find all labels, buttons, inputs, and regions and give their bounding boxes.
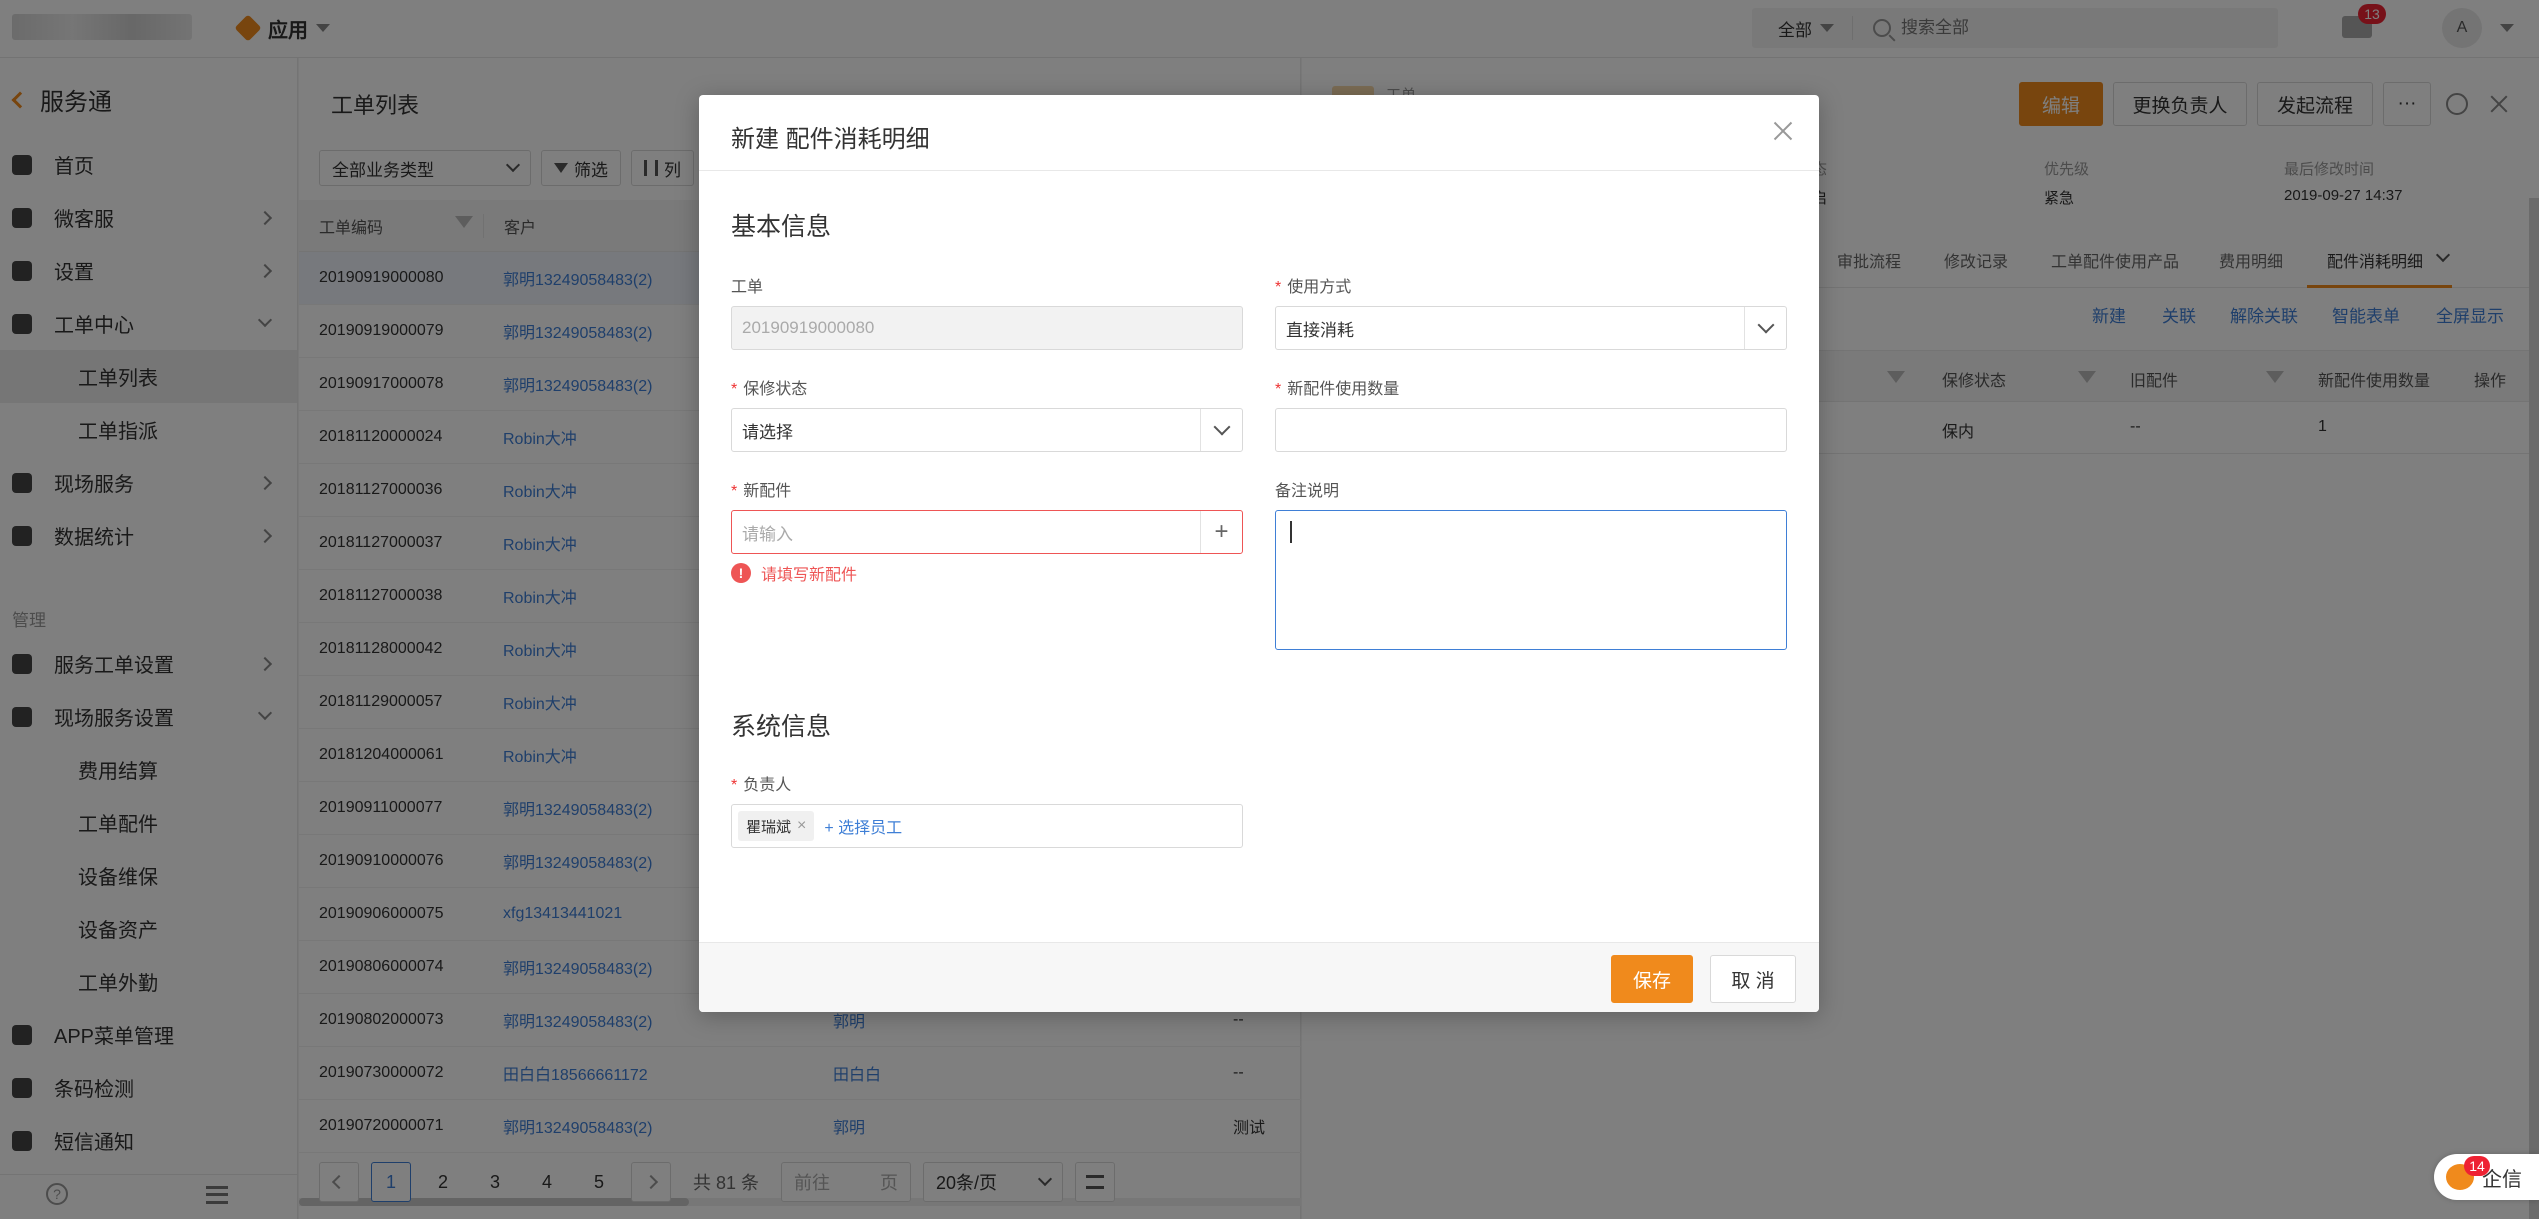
field-label-text: 新配件 bbox=[743, 483, 792, 500]
field-label-text: 使用方式 bbox=[1287, 279, 1352, 296]
warranty-value: 请选择 bbox=[742, 422, 793, 442]
plus-icon: + bbox=[1214, 518, 1229, 545]
close-icon[interactable] bbox=[1773, 121, 1793, 141]
required-mark: * bbox=[1275, 381, 1282, 398]
required-mark: * bbox=[731, 777, 738, 794]
field-label-workorder: 工单 bbox=[731, 273, 763, 297]
field-label-usage: * 使用方式 bbox=[1275, 273, 1351, 297]
new-part-input[interactable]: 请输入 + bbox=[731, 510, 1243, 554]
section-system-info: 系统信息 bbox=[731, 713, 832, 741]
text-cursor bbox=[1290, 521, 1292, 543]
owner-picker[interactable]: 瞿瑞斌 × + 选择员工 bbox=[731, 804, 1243, 848]
field-label-warranty: * 保修状态 bbox=[731, 375, 807, 399]
cancel-button[interactable]: 取 消 bbox=[1710, 955, 1796, 1003]
field-label-owner: * 负责人 bbox=[731, 771, 791, 795]
usage-select[interactable]: 直接消耗 bbox=[1275, 306, 1787, 350]
error-icon: ! bbox=[731, 563, 751, 583]
field-label-note: 备注说明 bbox=[1275, 477, 1339, 501]
dialog-header-divider bbox=[699, 170, 1819, 171]
owner-tag-name: 瞿瑞斌 bbox=[746, 818, 792, 836]
field-label-text: 保修状态 bbox=[743, 381, 808, 398]
workorder-value: 20190919000080 bbox=[742, 318, 875, 337]
field-label-text: 新配件使用数量 bbox=[1287, 381, 1400, 398]
dialog-title: 新建 配件消耗明细 bbox=[731, 126, 930, 153]
chevron-down-icon bbox=[1213, 418, 1230, 436]
save-button[interactable]: 保存 bbox=[1611, 955, 1693, 1003]
new-parts-consumption-dialog: 新建 配件消耗明细 基本信息 工单 20190919000080 * 使用方式 直… bbox=[699, 95, 1819, 1012]
chevron-down-icon bbox=[1757, 316, 1774, 334]
qty-input[interactable] bbox=[1275, 408, 1787, 452]
usage-value: 直接消耗 bbox=[1286, 320, 1354, 340]
dialog-footer: 保存 取 消 bbox=[699, 942, 1819, 1012]
add-part-button[interactable]: + bbox=[1200, 511, 1242, 553]
required-mark: * bbox=[731, 483, 738, 500]
required-mark: * bbox=[1275, 279, 1282, 296]
field-label-new-part: * 新配件 bbox=[731, 477, 791, 501]
required-mark: * bbox=[731, 381, 738, 398]
new-part-placeholder: 请输入 bbox=[742, 524, 793, 544]
warranty-select[interactable]: 请选择 bbox=[731, 408, 1243, 452]
section-basic-info: 基本信息 bbox=[731, 213, 832, 241]
remove-tag-icon[interactable]: × bbox=[797, 817, 806, 835]
warranty-select-toggle[interactable] bbox=[1200, 409, 1242, 451]
note-textarea[interactable] bbox=[1275, 510, 1787, 650]
workorder-field[interactable]: 20190919000080 bbox=[731, 306, 1243, 350]
field-label-text: 工单 bbox=[731, 279, 764, 296]
chat-badge: 14 bbox=[2464, 1156, 2490, 1176]
usage-select-toggle[interactable] bbox=[1744, 307, 1786, 349]
field-label-text: 备注说明 bbox=[1275, 483, 1340, 500]
error-text: 请填写新配件 bbox=[761, 567, 858, 584]
field-label-text: 负责人 bbox=[743, 777, 792, 794]
new-part-error: ! 请填写新配件 bbox=[731, 561, 857, 585]
select-staff-link[interactable]: + 选择员工 bbox=[824, 814, 902, 838]
field-label-qty: * 新配件使用数量 bbox=[1275, 375, 1399, 399]
owner-tag: 瞿瑞斌 × bbox=[738, 811, 815, 841]
